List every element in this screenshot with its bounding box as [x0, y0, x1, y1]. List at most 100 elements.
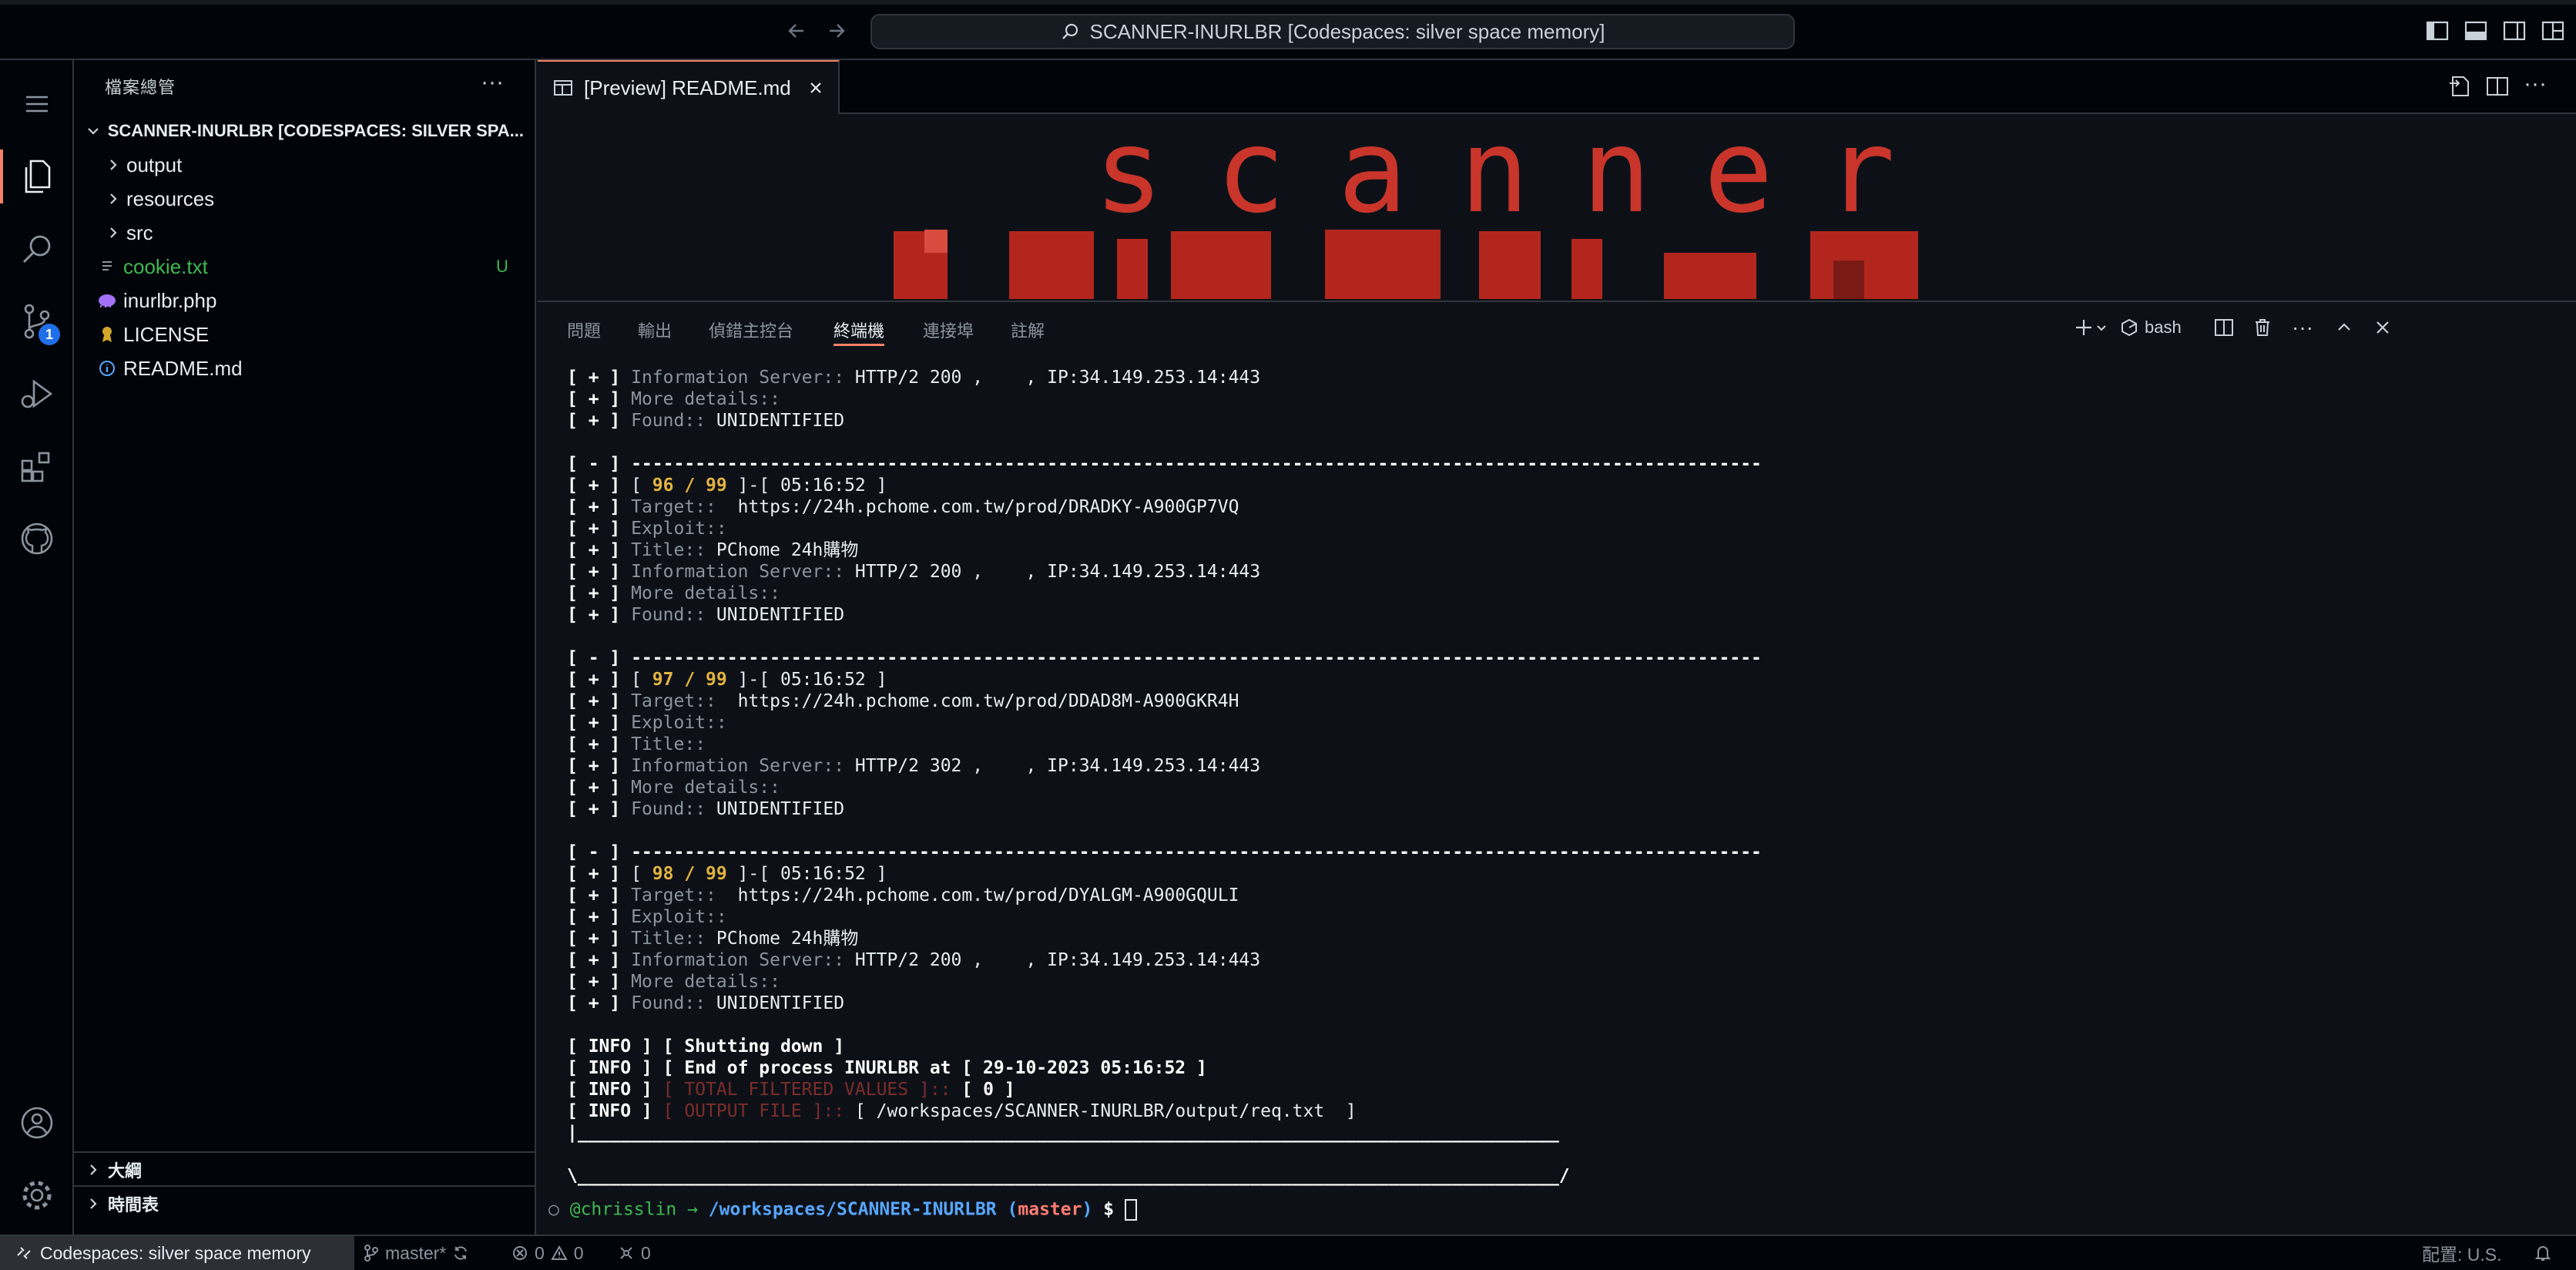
outline-label: 大綱: [108, 1161, 143, 1181]
split-terminal-icon[interactable]: [2211, 314, 2237, 341]
activity-bar: 1: [0, 60, 74, 1235]
ports-status[interactable]: 0: [618, 1236, 651, 1270]
tree-item-label: README.md: [123, 356, 243, 380]
ports-icon: [618, 1245, 635, 1262]
outline-section[interactable]: 大綱: [74, 1151, 536, 1187]
customize-layout-icon[interactable]: [2539, 17, 2567, 45]
tree-item-readme-md[interactable]: README.md: [74, 351, 536, 385]
tab-readme-preview[interactable]: [Preview] README.md: [538, 60, 840, 114]
remote-indicator[interactable]: Codespaces: silver space memory: [0, 1236, 354, 1270]
extensions-icon[interactable]: [0, 432, 74, 501]
workspace-root-label: SCANNER-INURLBR [CODESPACES: SILVER SPA.…: [107, 121, 525, 140]
bottom-panel: 問題 輸出 偵錯主控台 終端機 連接埠 註解 bash ··· [ + ] In…: [538, 301, 2576, 1235]
tree-item-src[interactable]: src: [74, 216, 536, 250]
command-center-label: SCANNER-INURLBR [Codespaces: silver spac…: [1089, 19, 1605, 43]
toggle-panel-icon[interactable]: [2462, 17, 2490, 45]
title-bar-top-strip: [0, 0, 2576, 5]
search-icon[interactable]: [0, 214, 74, 284]
banner-pixel-art: [894, 230, 2157, 299]
tree-item-output[interactable]: output: [74, 148, 536, 182]
tab-output[interactable]: 輸出: [638, 318, 672, 342]
terminal-icon: [2120, 318, 2138, 337]
search-icon: [1061, 22, 1079, 41]
ports-count: 0: [641, 1242, 651, 1263]
more-actions-icon[interactable]: ···: [481, 69, 504, 96]
license-icon: [96, 325, 119, 344]
error-count: 0: [535, 1242, 545, 1263]
chevron-down-icon: [79, 124, 108, 138]
tab-comments[interactable]: 註解: [1011, 318, 1045, 342]
chevron-right-icon: [79, 1163, 108, 1177]
shell-name: bash: [2145, 318, 2182, 337]
chevron-down-icon[interactable]: [2092, 314, 2111, 341]
explorer-sidebar: 檔案總管 ··· SCANNER-INURLBR [CODESPACES: SI…: [74, 60, 536, 1235]
close-icon[interactable]: [808, 80, 823, 96]
warning-icon: [551, 1245, 568, 1262]
tree-item-label: resources: [126, 186, 215, 210]
more-actions-icon[interactable]: ···: [2524, 71, 2547, 97]
explorer-icon[interactable]: [0, 142, 74, 211]
gear-icon[interactable]: [0, 1161, 74, 1230]
git-status-badge: U: [496, 257, 508, 276]
remote-label: Codespaces: silver space memory: [40, 1242, 311, 1263]
text-file-icon: [96, 260, 119, 274]
tree-item-label: output: [126, 153, 183, 176]
keyboard-layout-status[interactable]: 配置: U.S.: [2422, 1236, 2502, 1270]
split-editor-icon[interactable]: [2485, 74, 2510, 99]
warning-count: 0: [573, 1242, 584, 1263]
timeline-section[interactable]: 時間表: [74, 1185, 536, 1221]
back-arrow-icon[interactable]: [781, 15, 812, 46]
tree-item-license[interactable]: LICENSE: [74, 318, 536, 351]
tab-problems[interactable]: 問題: [567, 318, 601, 342]
chevron-right-icon: [102, 192, 125, 206]
tree-item-resources[interactable]: resources: [74, 182, 536, 216]
account-icon[interactable]: [0, 1088, 74, 1157]
tab-terminal[interactable]: 終端機: [834, 318, 885, 346]
info-icon: [96, 360, 119, 377]
explorer-title: 檔案總管: [105, 78, 176, 97]
source-control-icon[interactable]: 1: [0, 287, 74, 356]
workspace-root[interactable]: SCANNER-INURLBR [CODESPACES: SILVER SPA.…: [74, 114, 536, 148]
forward-arrow-icon[interactable]: [821, 15, 852, 46]
chevron-right-icon: [102, 158, 125, 172]
tree-item-label: src: [126, 220, 153, 244]
git-branch-icon: [364, 1245, 379, 1262]
chevron-right-icon: [79, 1197, 108, 1211]
preview-icon: [553, 79, 573, 97]
tab-label: [Preview] README.md: [584, 76, 791, 99]
terminal-cursor: [1124, 1199, 1137, 1221]
branch-label: master*: [385, 1242, 447, 1263]
tree-item-cookie-txt[interactable]: cookie.txt U: [74, 250, 536, 284]
run-debug-icon[interactable]: [0, 359, 74, 428]
menu-icon[interactable]: [0, 69, 74, 139]
close-panel-icon[interactable]: [2370, 314, 2396, 341]
banner-title: scanner: [1094, 105, 1948, 239]
sync-icon[interactable]: [452, 1245, 469, 1262]
php-elephant-icon: [96, 293, 119, 308]
github-icon[interactable]: [0, 504, 74, 573]
command-center-search[interactable]: SCANNER-INURLBR [Codespaces: silver spac…: [870, 14, 1795, 49]
tab-debug-console[interactable]: 偵錯主控台: [709, 318, 793, 342]
remote-icon: [15, 1245, 32, 1262]
terminal-profile-bash[interactable]: bash: [2120, 314, 2212, 341]
trash-icon[interactable]: [2249, 314, 2276, 341]
problems-status[interactable]: 0 0: [512, 1236, 584, 1270]
tree-item-label: LICENSE: [123, 322, 210, 346]
maximize-panel-icon[interactable]: [2331, 314, 2357, 341]
tree-item-label: cookie.txt: [123, 254, 208, 278]
git-branch-status[interactable]: master*: [364, 1236, 469, 1270]
toggle-primary-sidebar-icon[interactable]: [2423, 17, 2451, 45]
tab-ports[interactable]: 連接埠: [923, 318, 974, 342]
scm-badge: 1: [39, 324, 60, 345]
terminal-prompt[interactable]: ○ @chrisslin → /workspaces/SCANNER-INURL…: [548, 1199, 1137, 1221]
status-bar: Codespaces: silver space memory master* …: [0, 1235, 2576, 1270]
bell-icon[interactable]: [2534, 1236, 2551, 1270]
chevron-right-icon: [102, 226, 125, 240]
toggle-secondary-sidebar-icon[interactable]: [2501, 17, 2528, 45]
timeline-label: 時間表: [108, 1195, 159, 1215]
more-actions-icon[interactable]: ···: [2289, 314, 2316, 341]
terminal-output[interactable]: [ + ] Information Server:: HTTP/2 200 , …: [567, 367, 1762, 1187]
open-source-icon[interactable]: [2447, 74, 2471, 99]
tree-item-inurlbr-php[interactable]: inurlbr.php: [74, 284, 536, 318]
tree-item-label: inurlbr.php: [123, 288, 217, 312]
